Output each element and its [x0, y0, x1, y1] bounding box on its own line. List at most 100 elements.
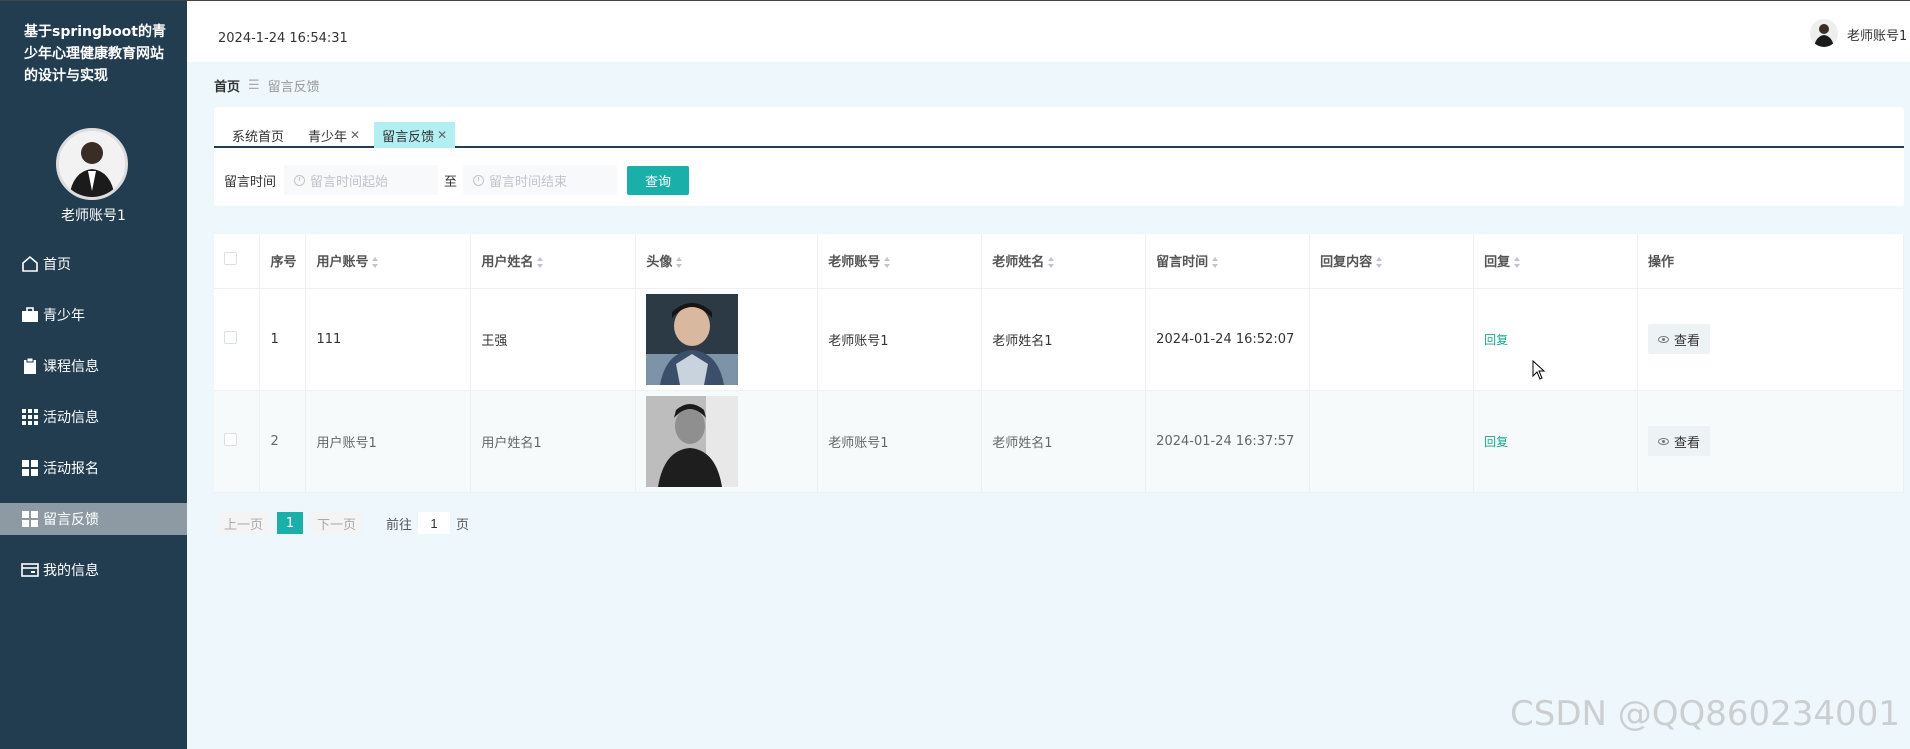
- card-icon: [20, 560, 40, 580]
- breadcrumb-home[interactable]: 首页: [214, 76, 240, 95]
- goto-page-input[interactable]: [418, 512, 451, 534]
- reply-content-cell: [1309, 288, 1475, 391]
- clock-icon: [473, 174, 485, 186]
- sidebar-item-label: 我的信息: [43, 563, 99, 579]
- column-header[interactable]: 回复: [1473, 234, 1638, 289]
- column-header[interactable]: 老师账号: [817, 234, 983, 289]
- select-all-cell: [214, 234, 261, 289]
- sidebar-item-activities[interactable]: 活动信息: [0, 401, 187, 433]
- row-select-cell: [214, 390, 261, 493]
- sidebar-item-label: 活动信息: [43, 410, 99, 426]
- table-row: 2 用户账号1 用户姓名1 老师账号1 老师姓名1 2024-01-24 16:…: [214, 390, 1904, 493]
- grid-four-icon: [20, 509, 40, 529]
- filter-panel: 系统首页 青少年 ✕ 留言反馈 ✕ 留言时间 留言时间起始 至 留言时间结束 查…: [214, 107, 1904, 206]
- grid-icon: [20, 407, 40, 427]
- column-header[interactable]: 用户姓名: [470, 234, 637, 289]
- teacher-account-cell: 老师账号1: [817, 390, 983, 493]
- teacher-account-cell: 老师账号1: [817, 288, 983, 391]
- view-button-label: 查看: [1674, 435, 1701, 451]
- tab-youth[interactable]: 青少年 ✕: [300, 122, 368, 148]
- sort-icon[interactable]: [676, 257, 683, 269]
- mouse-cursor-icon: [1532, 360, 1546, 380]
- view-button[interactable]: 查看: [1648, 324, 1711, 354]
- briefcase-icon: [20, 305, 40, 325]
- user-account-cell: 用户账号1: [305, 390, 472, 493]
- sidebar: 基于springboot的青少年心理健康教育网站的设计与实现 老师账号1 首页 …: [0, 0, 187, 749]
- sidebar-item-signup[interactable]: 活动报名: [0, 452, 187, 484]
- goto-label: 前往: [386, 517, 413, 533]
- column-header[interactable]: 头像: [635, 234, 819, 289]
- sort-icon[interactable]: [537, 257, 544, 269]
- prev-page-button[interactable]: 上一页: [218, 512, 270, 534]
- column-header[interactable]: 用户账号: [305, 234, 472, 289]
- eye-icon: [1658, 437, 1669, 445]
- row-checkbox[interactable]: [224, 330, 237, 344]
- close-icon[interactable]: ✕: [437, 128, 447, 142]
- view-button[interactable]: 查看: [1648, 426, 1711, 456]
- range-separator: 至: [444, 174, 458, 190]
- query-button[interactable]: 查询: [627, 165, 690, 195]
- sort-icon[interactable]: [1376, 257, 1383, 269]
- avatar-cell: [635, 288, 819, 391]
- pagination: 上一页 1 下一页 前往 页: [218, 512, 469, 534]
- teacher-name-cell: 老师姓名1: [981, 288, 1147, 391]
- sort-icon[interactable]: [1048, 257, 1055, 269]
- clock-icon: [294, 174, 306, 186]
- close-icon[interactable]: ✕: [350, 128, 360, 142]
- feedback-table: 序号 用户账号 用户姓名 头像 老师账号 老师姓名 留言时间 回复内容 回复 操…: [214, 234, 1904, 493]
- grid-four-icon: [20, 458, 40, 478]
- profile-avatar: [56, 128, 128, 200]
- column-header[interactable]: 留言时间: [1145, 234, 1311, 289]
- sort-icon[interactable]: [1212, 257, 1219, 269]
- sidebar-item-feedback[interactable]: 留言反馈: [0, 503, 187, 535]
- row-checkbox[interactable]: [224, 432, 237, 446]
- sidebar-item-my-info[interactable]: 我的信息: [0, 554, 187, 586]
- watermark: CSDN @QQ860234001: [1510, 694, 1900, 734]
- next-page-button[interactable]: 下一页: [311, 512, 363, 534]
- sidebar-item-home[interactable]: 首页: [0, 248, 187, 280]
- table-row: 1 111 王强 老师账号1 老师姓名1 2024-01-24 16:52:07…: [214, 288, 1904, 391]
- tab-label: 留言反馈: [382, 129, 435, 145]
- clipboard-icon: [20, 356, 40, 376]
- user-name-cell: 用户姓名1: [470, 390, 637, 493]
- tab-feedback[interactable]: 留言反馈 ✕: [374, 122, 456, 148]
- user-account-cell: 111: [305, 288, 472, 391]
- sort-icon[interactable]: [1514, 257, 1521, 269]
- user-name[interactable]: 老师账号1: [1847, 25, 1907, 44]
- reply-link[interactable]: 回复: [1484, 435, 1508, 449]
- page-number-button[interactable]: 1: [277, 512, 304, 534]
- sort-icon[interactable]: [372, 257, 379, 269]
- sidebar-item-youth[interactable]: 青少年: [0, 299, 187, 331]
- teacher-name-cell: 老师姓名1: [981, 390, 1147, 493]
- end-date-input[interactable]: 留言时间结束: [463, 165, 618, 195]
- sort-icon[interactable]: [884, 257, 891, 269]
- column-header: 操作: [1637, 234, 1904, 289]
- reply-content-cell: [1309, 390, 1475, 493]
- home-icon: [20, 254, 40, 274]
- start-date-input[interactable]: 留言时间起始: [284, 165, 439, 195]
- tab-system-home[interactable]: 系统首页: [224, 122, 292, 148]
- action-cell: 查看: [1637, 288, 1904, 391]
- avatar: [646, 395, 739, 487]
- column-header[interactable]: 老师姓名: [981, 234, 1147, 289]
- eye-icon: [1658, 335, 1669, 343]
- sidebar-item-label: 首页: [43, 257, 71, 273]
- search-row: 留言时间 留言时间起始 至 留言时间结束 查询: [224, 165, 690, 195]
- column-header[interactable]: 回复内容: [1309, 234, 1475, 289]
- reply-cell: 回复: [1473, 288, 1638, 391]
- sidebar-item-label: 活动报名: [43, 461, 99, 477]
- goto-unit: 页: [456, 517, 470, 533]
- sidebar-item-label: 留言反馈: [43, 512, 99, 528]
- tab-label: 青少年: [308, 129, 348, 145]
- message-time-cell: 2024-01-24 16:37:57: [1145, 390, 1311, 493]
- avatar: [646, 293, 739, 385]
- end-date-placeholder: 留言时间结束: [489, 174, 568, 190]
- sidebar-item-courses[interactable]: 课程信息: [0, 350, 187, 382]
- current-datetime: 2024-1-24 16:54:31: [218, 31, 348, 46]
- column-header: 序号: [259, 234, 307, 289]
- select-all-checkbox[interactable]: [224, 252, 237, 266]
- reply-link[interactable]: 回复: [1484, 333, 1508, 347]
- breadcrumb-separator-icon: ☰: [248, 78, 260, 93]
- tab-bar: 系统首页 青少年 ✕ 留言反馈 ✕: [214, 122, 1904, 148]
- user-avatar[interactable]: [1810, 19, 1838, 47]
